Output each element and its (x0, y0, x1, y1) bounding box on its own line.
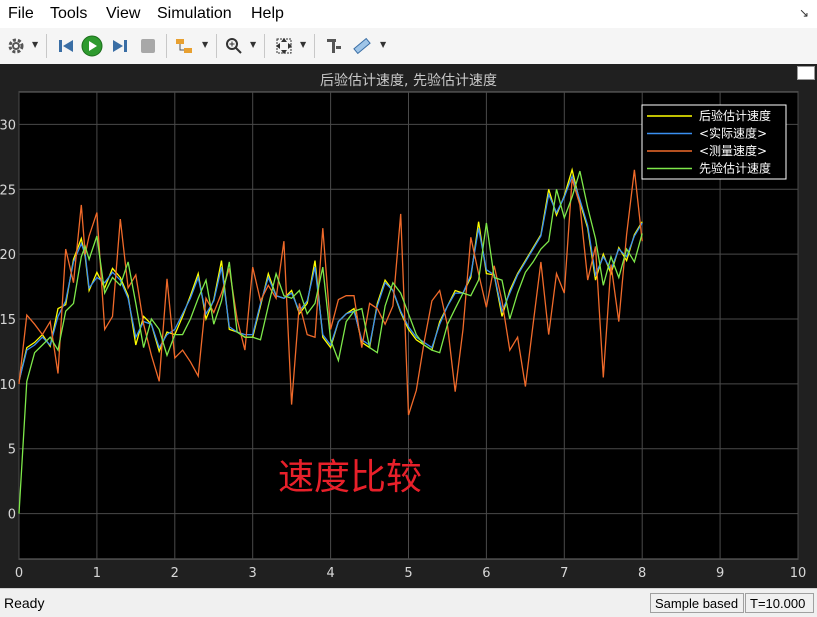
y-tick-label: 10 (0, 378, 16, 393)
x-tick-label: 5 (404, 566, 412, 581)
x-tick-label: 7 (560, 566, 568, 581)
status-ready: Ready (4, 595, 45, 611)
x-tick-label: 2 (171, 566, 179, 581)
sim-time: T=10.000 (745, 593, 814, 613)
x-tick-label: 8 (638, 566, 646, 581)
legend-label: 后验估计速度 (699, 108, 771, 123)
legend-label: <测量速度> (699, 143, 767, 158)
x-tick-label: 0 (15, 566, 23, 581)
y-tick-label: 15 (0, 313, 16, 328)
status-bar: Ready Sample based T=10.000 (0, 588, 817, 617)
x-tick-label: 10 (790, 566, 807, 581)
annotation-text: 速度比较 (278, 457, 422, 498)
x-tick-label: 1 (93, 566, 101, 581)
y-tick-label: 0 (8, 508, 16, 523)
y-tick-label: 30 (0, 118, 16, 133)
x-tick-label: 4 (326, 566, 334, 581)
x-tick-label: 3 (249, 566, 257, 581)
x-tick-label: 6 (482, 566, 490, 581)
legend-label: 先验估计速度 (699, 161, 771, 176)
sample-mode: Sample based (650, 593, 744, 613)
legend-label: <实际速度> (699, 126, 767, 141)
x-tick-label: 9 (716, 566, 724, 581)
y-tick-label: 25 (0, 183, 16, 198)
y-tick-label: 5 (8, 443, 16, 458)
y-tick-label: 20 (0, 248, 16, 263)
plot-area[interactable]: 0 1 2 3 4 5 6 7 8 9 10 0 5 10 15 20 25 30 后验估计速度 <实际速度> <测量速… (0, 0, 817, 616)
